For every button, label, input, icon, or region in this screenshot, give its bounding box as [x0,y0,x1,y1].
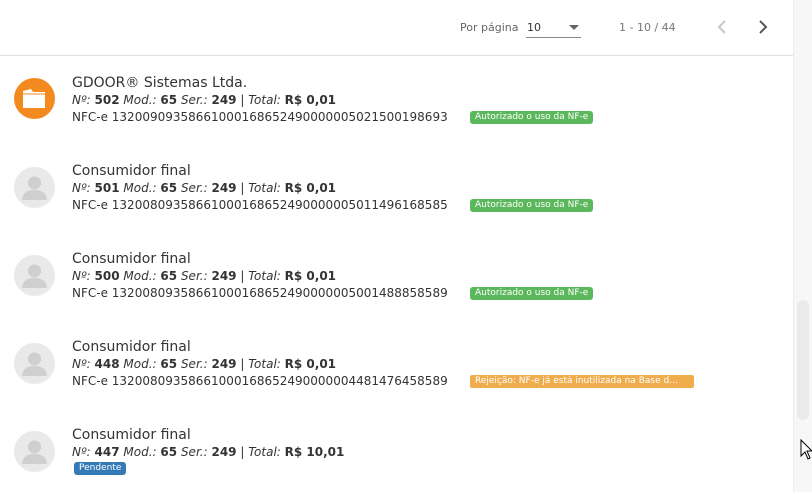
avatar [14,167,55,208]
page-range: 1 - 10 / 44 [619,21,676,34]
pagination-bar: Por página 10 1 - 10 / 44 [0,0,793,56]
item-title: Consumidor final [72,251,191,267]
prev-page-button[interactable] [712,16,734,38]
scrollbar-thumb[interactable] [797,300,809,420]
per-page-value: 10 [527,21,541,34]
person-icon [22,352,47,376]
chevron-right-icon [759,20,768,34]
item-access-key: NFC-e 1320080935866100016865249000000501… [72,198,448,212]
item-title: GDOOR® Sistemas Ltda. [72,75,248,91]
item-title: Consumidor final [72,427,191,443]
per-page-select[interactable]: 10 [526,14,581,38]
item-meta: Nº: 500 Mod.: 65 Ser.: 249 | Total: R$ 0… [72,269,337,283]
person-icon [22,176,47,200]
item-meta: Nº: 447 Mod.: 65 Ser.: 249 | Total: R$ 1… [72,445,345,459]
list-item[interactable]: GDOOR® Sistemas Ltda. Nº: 502 Mod.: 65 S… [0,72,793,142]
avatar [14,78,55,119]
list-item[interactable]: Consumidor final Nº: 501 Mod.: 65 Ser.: … [0,160,793,230]
list-item[interactable]: Consumidor final Nº: 448 Mod.: 65 Ser.: … [0,336,793,406]
status-badge: Rejeição: NF-e já está inutilizada na Ba… [470,375,694,388]
caret-down-icon [569,25,579,30]
status-badge: Autorizado o uso da NF-e [470,287,594,300]
item-title: Consumidor final [72,163,191,179]
chevron-left-icon [717,20,726,34]
list-item[interactable]: Consumidor final Nº: 500 Mod.: 65 Ser.: … [0,248,793,318]
list-item[interactable]: Consumidor final Nº: 447 Mod.: 65 Ser.: … [0,424,793,494]
mouse-cursor-icon [800,439,812,460]
person-icon [22,440,47,464]
item-meta: Nº: 448 Mod.: 65 Ser.: 249 | Total: R$ 0… [72,357,337,371]
item-meta: Nº: 502 Mod.: 65 Ser.: 249 | Total: R$ 0… [72,93,337,107]
item-access-key: NFC-e 1320080935866100016865249000000500… [72,286,448,300]
item-title: Consumidor final [72,339,191,355]
avatar [14,255,55,296]
person-icon [22,264,47,288]
invoice-list-panel: Por página 10 1 - 10 / 44 GDOOR® Sistema… [0,0,793,492]
status-badge: Autorizado o uso da NF-e [470,199,594,212]
next-page-button[interactable] [752,16,774,38]
item-access-key: NFC-e 1320090935866100016865249000000502… [72,110,448,124]
item-meta: Nº: 501 Mod.: 65 Ser.: 249 | Total: R$ 0… [72,181,337,195]
vertical-scrollbar[interactable] [793,0,812,492]
status-badge: Autorizado o uso da NF-e [470,111,594,124]
avatar [14,431,55,472]
folder-icon [23,89,45,108]
avatar [14,343,55,384]
per-page-label: Por página [460,21,519,34]
item-access-key: NFC-e 1320080935866100016865249000000448… [72,374,448,388]
status-badge: Pendente [74,462,127,475]
